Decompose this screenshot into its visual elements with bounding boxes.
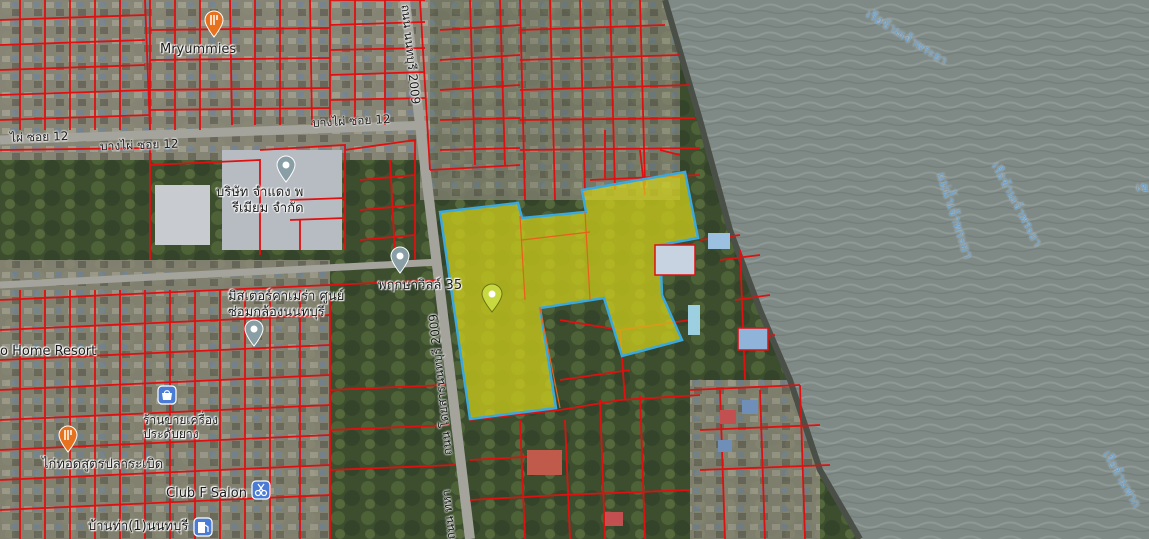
building (742, 400, 758, 414)
satellite-layer (0, 0, 1149, 539)
shopping-bag-icon[interactable] (157, 385, 177, 405)
place-label-mister-line1: มิสเตอร์คาเมร่า ศูนย์ (228, 289, 345, 304)
place-label-shop[interactable]: ร้านขายเครื่อง ประดับยาง (143, 413, 218, 441)
pool (688, 305, 700, 335)
place-label-mryummies[interactable]: Mryummies (160, 42, 236, 57)
road-label-soi12: บางไผ่ ซอย 12 (99, 136, 179, 154)
fuel-pin-icon[interactable] (193, 517, 213, 537)
map-view[interactable]: Mryummies บริษัท จำแดง พ รีเมียม จำกัด พ… (0, 0, 1149, 539)
building (527, 450, 562, 475)
place-label-home-resort[interactable]: o Home Resort (0, 344, 96, 359)
building (718, 440, 732, 452)
place-label-banta[interactable]: บ้านท่า(1)นนทบุรี (88, 519, 188, 534)
building (654, 244, 696, 276)
building (708, 233, 730, 249)
place-label-company-line2: รีเมียม จำกัด (232, 201, 304, 216)
water-label-edge: เข (1136, 180, 1149, 194)
warehouse-roof (155, 185, 210, 245)
building (737, 327, 769, 351)
building (720, 410, 736, 424)
place-label-shop-line2: ประดับยาง (143, 427, 199, 441)
selected-location-pin-icon[interactable] (481, 283, 503, 313)
building (605, 512, 623, 526)
restaurant-pin-icon[interactable] (204, 10, 224, 38)
place-label-club-salon[interactable]: Club F Salon (166, 486, 247, 501)
place-label-company-line1: บริษัท จำแดง พ (216, 185, 304, 200)
place-pin-icon[interactable] (244, 319, 264, 347)
place-label-mister-camera[interactable]: มิสเตอร์คาเมร่า ศูนย์ ซ่อมกล้องนนทบุรี (228, 289, 344, 321)
place-pin-icon[interactable] (390, 246, 410, 274)
place-pin-icon[interactable] (276, 155, 296, 183)
road-label-soi12-west: ไผ่ ซอย 12 (9, 128, 69, 146)
place-label-shop-line1: ร้านขายเครื่อง (143, 413, 218, 427)
restaurant-pin-icon[interactable] (58, 425, 78, 453)
place-label-mister-line2: ซ่อมกล้องนนทบุรี (228, 305, 325, 320)
place-label-pruksa[interactable]: พฤกษาวิลล์ 35 (378, 278, 462, 293)
salon-pin-icon[interactable] (251, 480, 271, 500)
place-label-fried-chicken[interactable]: ไก่ทอดสูตรปลาระเบิด (42, 457, 163, 472)
place-label-company[interactable]: บริษัท จำแดง พ รีเมียม จำกัด (216, 185, 304, 217)
